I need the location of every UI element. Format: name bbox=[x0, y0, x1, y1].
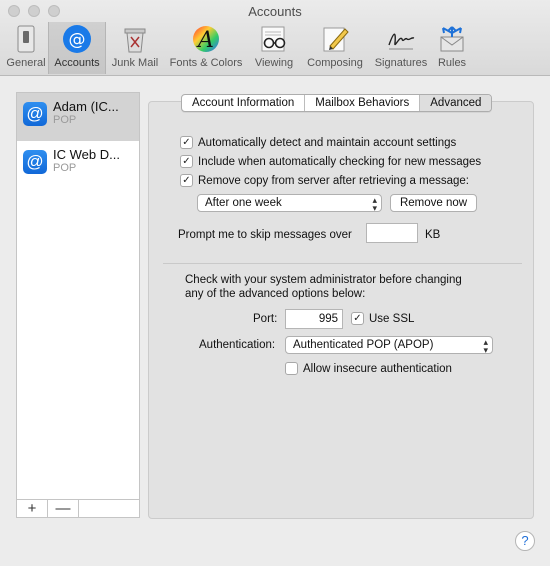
allow-insecure-auth-checkbox[interactable] bbox=[285, 362, 298, 375]
use-ssl-option[interactable]: ✓ Use SSL bbox=[351, 312, 414, 325]
divider bbox=[163, 263, 522, 264]
accounts-preferences-window: Accounts General @ Accounts Junk Mail A … bbox=[0, 0, 550, 566]
auto-detect-settings-option[interactable]: ✓ Automatically detect and maintain acco… bbox=[180, 136, 456, 149]
allow-insecure-auth-option[interactable]: Allow insecure authentication bbox=[285, 362, 452, 375]
color-font-icon: A bbox=[190, 23, 222, 55]
remove-account-button[interactable]: — bbox=[48, 500, 79, 517]
at-sign-icon: @ bbox=[23, 150, 47, 174]
rules-envelope-icon bbox=[436, 23, 468, 55]
authentication-label: Authentication: bbox=[199, 339, 276, 351]
at-sign-icon: @ bbox=[61, 23, 93, 55]
at-sign-icon: @ bbox=[23, 102, 47, 126]
up-down-chevron-icon: ▴ ▾ bbox=[372, 195, 377, 213]
help-button[interactable]: ? bbox=[515, 531, 535, 551]
trash-can-icon bbox=[119, 23, 151, 55]
settings-segmented-control: Account Information Mailbox Behaviors Ad… bbox=[181, 94, 493, 112]
skip-messages-label: Prompt me to skip messages over bbox=[178, 229, 352, 241]
svg-text:@: @ bbox=[69, 30, 86, 50]
up-down-chevron-icon: ▴ ▾ bbox=[483, 337, 488, 355]
tab-junk-mail[interactable]: Junk Mail bbox=[106, 22, 164, 74]
tab-mailbox-behaviors[interactable]: Mailbox Behaviors bbox=[305, 95, 421, 111]
toolbar: Accounts General @ Accounts Junk Mail A … bbox=[0, 0, 550, 76]
include-auto-check-option[interactable]: ✓ Include when automatically checking fo… bbox=[180, 155, 481, 168]
tab-advanced[interactable]: Advanced bbox=[420, 95, 492, 111]
auto-detect-checkbox[interactable]: ✓ bbox=[180, 136, 193, 149]
glasses-icon bbox=[258, 23, 290, 55]
kb-unit-label: KB bbox=[425, 229, 441, 241]
use-ssl-checkbox[interactable]: ✓ bbox=[351, 312, 364, 325]
tab-rules[interactable]: Rules bbox=[432, 22, 472, 74]
tab-composing[interactable]: Composing bbox=[300, 22, 370, 74]
account-name: IC Web D... bbox=[53, 147, 120, 162]
list-footer: + — bbox=[17, 499, 139, 517]
tab-viewing[interactable]: Viewing bbox=[248, 22, 300, 74]
remove-after-select[interactable]: After one week ▴ ▾ bbox=[197, 194, 382, 213]
switch-icon bbox=[10, 23, 42, 55]
pencil-icon bbox=[319, 23, 351, 55]
port-label: Port: bbox=[253, 313, 278, 325]
account-item[interactable]: @ Adam (IC... POP bbox=[17, 93, 139, 141]
port-input[interactable]: 995 bbox=[285, 309, 343, 329]
account-name: Adam (IC... bbox=[53, 99, 119, 114]
preference-tabs: General @ Accounts Junk Mail A Fonts & C… bbox=[4, 22, 472, 74]
authentication-select[interactable]: Authenticated POP (APOP) ▴ ▾ bbox=[285, 336, 493, 355]
add-account-button[interactable]: + bbox=[17, 500, 48, 517]
window-title: Accounts bbox=[248, 4, 302, 19]
account-type: POP bbox=[53, 162, 77, 174]
account-item[interactable]: @ IC Web D... POP bbox=[17, 141, 139, 189]
tab-account-information[interactable]: Account Information bbox=[182, 95, 306, 111]
tab-fonts-colors[interactable]: A Fonts & Colors bbox=[164, 22, 248, 74]
skip-size-input[interactable] bbox=[366, 223, 418, 243]
include-auto-check-checkbox[interactable]: ✓ bbox=[180, 155, 193, 168]
remove-copy-option[interactable]: ✓ Remove copy from server after retrievi… bbox=[180, 174, 469, 187]
tab-general[interactable]: General bbox=[4, 22, 48, 74]
accounts-list: @ Adam (IC... POP @ IC Web D... POP + — bbox=[16, 92, 140, 518]
tab-accounts[interactable]: @ Accounts bbox=[48, 22, 106, 74]
remove-copy-checkbox[interactable]: ✓ bbox=[180, 174, 193, 187]
remove-now-button[interactable]: Remove now bbox=[390, 194, 477, 212]
admin-note: Check with your system administrator bef… bbox=[185, 274, 462, 300]
tab-signatures[interactable]: Signatures bbox=[370, 22, 432, 74]
signature-icon bbox=[385, 23, 417, 55]
svg-text:A: A bbox=[196, 28, 214, 53]
account-type: POP bbox=[53, 114, 77, 126]
